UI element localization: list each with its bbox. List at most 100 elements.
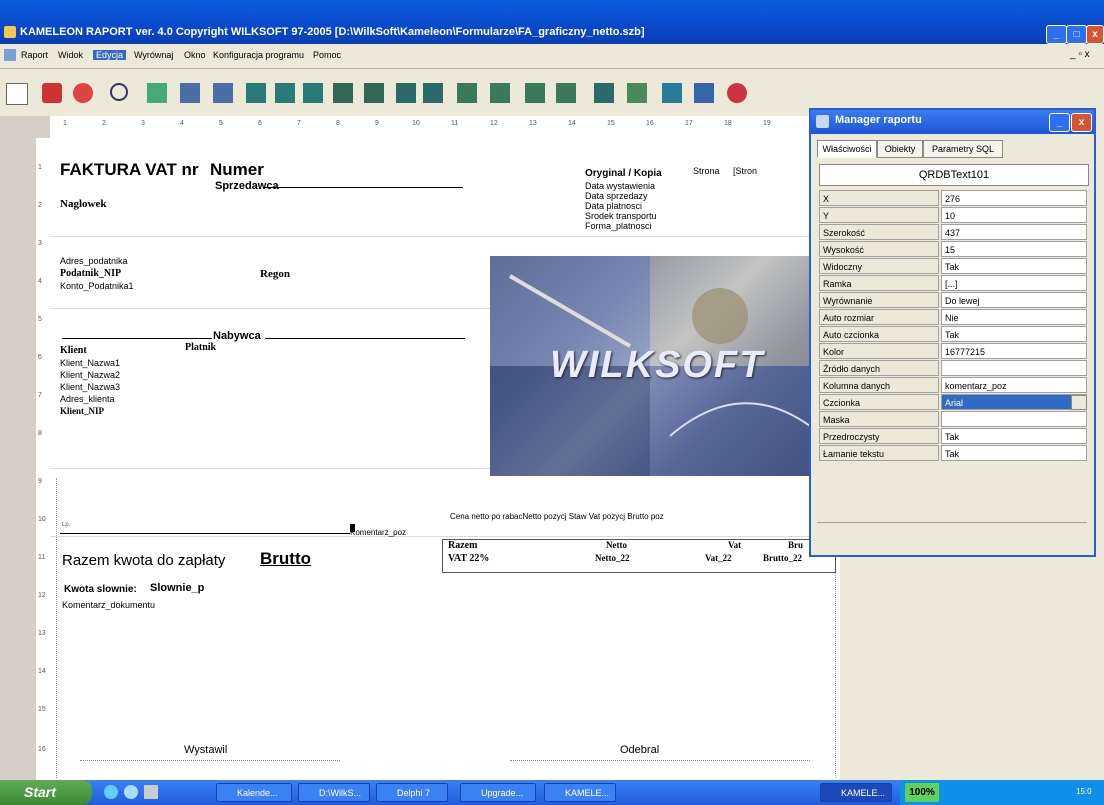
menu-wyrownaj[interactable]: Wyrównaj <box>131 50 176 60</box>
tray-percent[interactable]: 100% <box>905 783 939 802</box>
expr-tool-icon[interactable] <box>396 83 416 103</box>
field-netto[interactable]: Netto <box>606 540 627 550</box>
field-data-platnosci[interactable]: Data platnosci <box>585 201 642 211</box>
richtext-tool-icon[interactable] <box>556 83 576 103</box>
prop-row[interactable]: Kolor 16777215 <box>819 343 1087 360</box>
field-vat22[interactable]: VAT 22% <box>448 553 489 564</box>
new-page-icon[interactable] <box>6 83 28 105</box>
text-tool-icon[interactable] <box>333 83 353 103</box>
field-vat-22[interactable]: Vat_22 <box>705 553 732 563</box>
field-klient-nazwa2[interactable]: Klient_Nazwa2 <box>60 370 120 380</box>
field-oryginal[interactable]: Oryginal / Kopia <box>585 168 662 179</box>
field-lp[interactable]: Lp. <box>62 522 70 528</box>
manager-close-button[interactable]: x <box>1071 113 1092 132</box>
band2-icon[interactable] <box>213 83 233 103</box>
field-stron[interactable]: [Stron <box>733 166 757 176</box>
band4-icon[interactable] <box>275 83 295 103</box>
object-name-field[interactable]: QRDBText101 <box>819 164 1089 186</box>
field-klient[interactable]: Klient <box>60 345 87 356</box>
field-komentarz-poz[interactable]: Komentarz_poz <box>350 528 406 537</box>
field-sprzedawca[interactable]: Sprzedawca <box>215 180 279 192</box>
field-vat[interactable]: Vat <box>728 540 741 550</box>
task-delphi[interactable]: Delphi 7 <box>376 783 448 802</box>
select-tool-icon[interactable] <box>147 83 167 103</box>
quicklaunch-desktop-icon[interactable] <box>144 785 158 799</box>
tab-parametry-sql[interactable]: Parametry SQL <box>923 140 1003 158</box>
label-tool-icon[interactable] <box>303 83 323 103</box>
prop-row[interactable]: X 276 <box>819 190 1087 207</box>
field-klient-nip[interactable]: Klient_NIP <box>60 406 104 416</box>
font-picker-button[interactable] <box>1071 395 1087 410</box>
menu-okno[interactable]: Okno <box>181 50 209 60</box>
heart-icon[interactable] <box>73 83 93 103</box>
wizard-icon[interactable] <box>42 83 62 103</box>
task-kameleon2[interactable]: KAMELE... <box>820 783 892 802</box>
quicklaunch-ie-icon[interactable] <box>104 785 118 799</box>
field-klient-nazwa1[interactable]: Klient_Nazwa1 <box>60 358 120 368</box>
field-razem[interactable]: Razem <box>448 540 477 551</box>
field-platnik[interactable]: Platnik <box>185 342 216 353</box>
prop-row[interactable]: Kolumna danych komentarz_poz <box>819 377 1087 394</box>
field-wystawil[interactable]: Wystawil <box>184 744 227 756</box>
field-naglowek[interactable]: Naglowek <box>60 198 106 210</box>
prop-row[interactable]: Przedroczysty Tak <box>819 428 1087 445</box>
menu-widok[interactable]: Widok <box>55 50 86 60</box>
field-brutto[interactable]: Brutto <box>260 549 311 569</box>
prop-row[interactable]: Wyrównanie Do lewej <box>819 292 1087 309</box>
close-button[interactable]: x <box>1086 25 1104 44</box>
tab-wlasciwosci[interactable]: Właściwości <box>817 140 877 158</box>
field-numer[interactable]: Numer <box>210 160 264 180</box>
barcode-tool-icon[interactable] <box>627 83 647 103</box>
prop-row[interactable]: Widoczny Tak <box>819 258 1087 275</box>
prop-row-selected[interactable]: Czcionka Arial <box>819 394 1087 411</box>
image-tool-icon[interactable] <box>457 83 477 103</box>
prop-row[interactable]: Maska <box>819 411 1087 428</box>
quicklaunch-icon[interactable] <box>124 785 138 799</box>
manager-title-bar[interactable]: Manager raportu _ x <box>811 110 1094 134</box>
tab-obiekty[interactable]: Obiekty <box>877 140 923 158</box>
menu-edycja[interactable]: Edycja <box>93 50 127 60</box>
zoom-icon[interactable] <box>110 83 128 101</box>
prop-row[interactable]: Y 10 <box>819 207 1087 224</box>
menu-pomoc[interactable]: Pomoc <box>310 50 344 60</box>
band3-icon[interactable] <box>246 83 266 103</box>
sysdata-tool-icon[interactable] <box>662 83 682 103</box>
prop-row[interactable]: Auto czcionka Tak <box>819 326 1087 343</box>
task-dwilks[interactable]: D:\WilkS... <box>298 783 370 802</box>
prop-row[interactable]: Ramka [...] <box>819 275 1087 292</box>
field-adres-klienta[interactable]: Adres_klienta <box>60 394 115 404</box>
report-canvas[interactable]: FAKTURA VAT nr Numer Sprzedawca Naglowek… <box>50 138 840 780</box>
field-komentarz-dok[interactable]: Komentarz_dokumentu <box>62 600 155 610</box>
field-brutto22[interactable]: Brutto_22 <box>763 553 802 563</box>
invoice-title[interactable]: FAKTURA VAT nr <box>60 160 199 180</box>
field-strona[interactable]: Strona <box>693 166 720 176</box>
field-podatnik-nip[interactable]: Podatnik_NIP <box>60 268 121 279</box>
field-regon[interactable]: Regon <box>260 268 290 280</box>
mdi-minimize-button[interactable]: _ ▫ x <box>1070 49 1090 60</box>
field-adres-podatnika[interactable]: Adres_podatnika <box>60 256 128 266</box>
start-button[interactable]: Start <box>0 780 92 805</box>
field-odebral[interactable]: Odebral <box>620 744 659 756</box>
column-headers[interactable]: Cena netto po rabacNetto pozycj Staw Vat… <box>450 512 664 521</box>
prop-row[interactable]: Szerokość 437 <box>819 224 1087 241</box>
preview-icon[interactable] <box>694 83 714 103</box>
task-kameleon1[interactable]: KAMELE... <box>544 783 616 802</box>
chart-tool-icon[interactable] <box>594 83 614 103</box>
print-icon[interactable] <box>727 83 747 103</box>
field-srodek-transportu[interactable]: Srodek transportu <box>585 211 657 221</box>
shape-tool-icon[interactable] <box>525 83 545 103</box>
maximize-button[interactable]: □ <box>1066 25 1087 44</box>
dbimage-tool-icon[interactable] <box>490 83 510 103</box>
field-netto22[interactable]: Netto_22 <box>595 553 630 563</box>
field-konto[interactable]: Konto_Podatnika1 <box>60 281 134 291</box>
field-kwota-slownie[interactable]: Kwota slownie: <box>64 584 137 595</box>
sum-tool-icon[interactable] <box>423 83 443 103</box>
prop-row[interactable]: Źródło danych <box>819 360 1087 377</box>
field-slownie[interactable]: Slownie_p <box>150 582 204 594</box>
menu-raport[interactable]: Raport <box>18 50 51 60</box>
dbtext-tool-icon[interactable] <box>364 83 384 103</box>
task-upgrade[interactable]: Upgrade... <box>460 783 536 802</box>
field-forma-platnosci[interactable]: Forma_platnosci <box>585 221 652 231</box>
field-data-wystawienia[interactable]: Data wystawienia <box>585 181 655 191</box>
report-picture[interactable]: WILKSOFT <box>490 256 827 476</box>
